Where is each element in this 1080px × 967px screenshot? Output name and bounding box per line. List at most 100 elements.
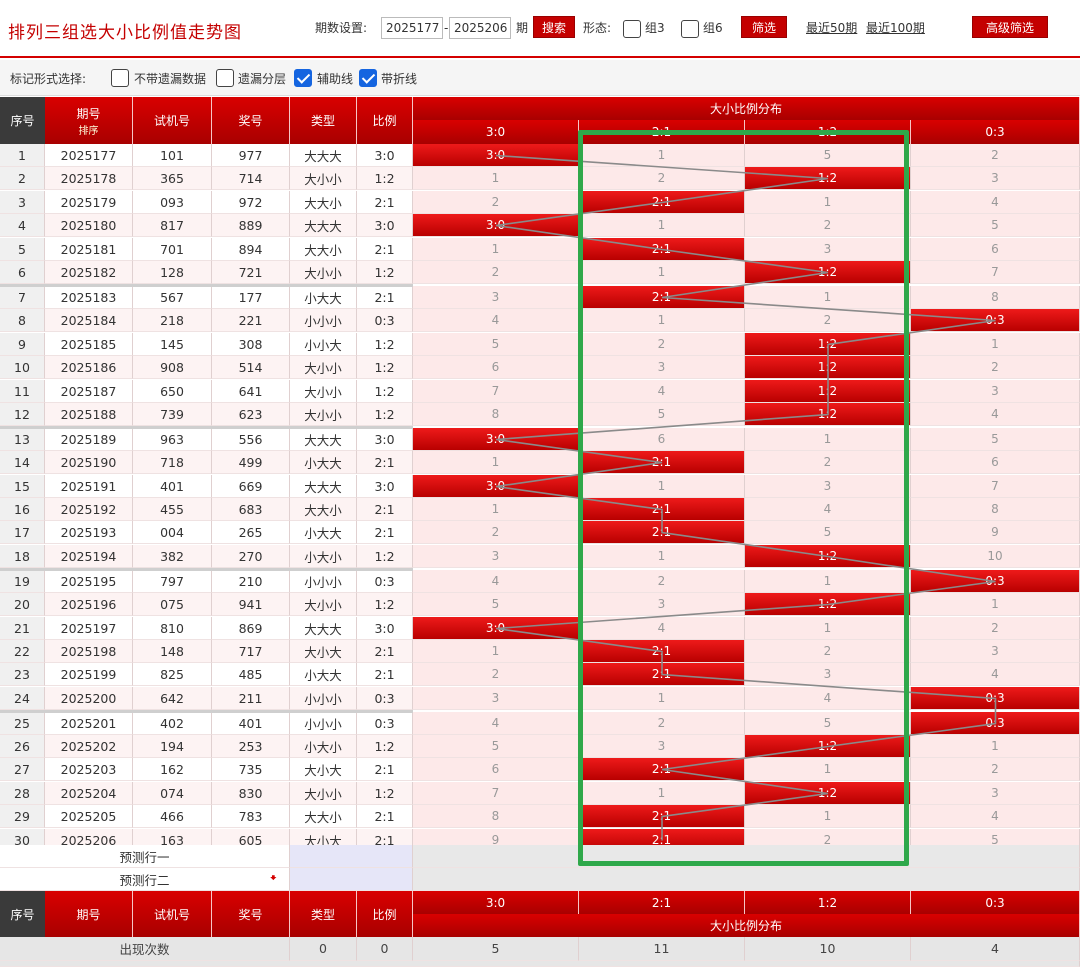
cell-seq: 27 <box>0 758 45 781</box>
cell-ratio: 3:0 <box>357 214 413 237</box>
group3-label: 组3 <box>645 21 665 35</box>
ratio-miss-cell: 7 <box>911 475 1080 498</box>
ratio-hit-cell: 1:2 <box>745 403 911 426</box>
cell-period: 2025192 <box>45 498 133 521</box>
fold-line-label: 带折线 <box>381 72 418 86</box>
ratio-miss-cell: 2 <box>579 167 745 190</box>
ratio-miss-cell: 2 <box>911 758 1080 781</box>
ratio-miss-cell: 2 <box>413 191 579 214</box>
cell-ratio: 2:1 <box>357 521 413 544</box>
cell-test: 074 <box>133 782 212 805</box>
cell-period: 2025199 <box>45 663 133 686</box>
occurrence-count-2-1: 11 <box>579 937 745 961</box>
cell-test: 718 <box>133 451 212 474</box>
cell-ratio: 2:1 <box>357 286 413 309</box>
cell-test: 194 <box>133 735 212 758</box>
ratio-miss-cell: 2 <box>579 333 745 356</box>
ratio-hit-cell: 3:0 <box>413 475 579 498</box>
ratio-hit-cell: 3:0 <box>413 428 579 451</box>
ratio-miss-cell: 2 <box>745 451 911 474</box>
cell-period: 2025185 <box>45 333 133 356</box>
ratio-miss-cell: 5 <box>413 593 579 616</box>
ratio-hit-cell: 3:0 <box>413 617 579 640</box>
sort-icon[interactable]: 排序 <box>79 122 99 137</box>
ratio-miss-cell: 1 <box>911 735 1080 758</box>
cell-seq: 25 <box>0 712 45 735</box>
cell-type: 大小小 <box>290 261 357 284</box>
cell-type: 小小小 <box>290 712 357 735</box>
cell-seq: 23 <box>0 663 45 686</box>
cell-ratio: 3:0 <box>357 144 413 167</box>
cell-period: 2025183 <box>45 286 133 309</box>
group6-checkbox[interactable] <box>681 20 699 38</box>
cell-type: 大小小 <box>290 782 357 805</box>
ratio-miss-cell: 3 <box>745 663 911 686</box>
footer-header-type: 类型 <box>290 891 357 937</box>
ratio-miss-cell: 1 <box>579 687 745 710</box>
cell-ratio: 1:2 <box>357 261 413 284</box>
footer-header-ratio: 比例 <box>357 891 413 937</box>
recent-100-link[interactable]: 最近100期 <box>866 19 925 36</box>
predict-row-2-area[interactable] <box>413 868 1080 891</box>
form-label: 形态: <box>583 21 612 35</box>
ratio-miss-cell: 3 <box>413 687 579 710</box>
ratio-miss-cell: 5 <box>413 333 579 356</box>
ratio-miss-cell: 7 <box>413 782 579 805</box>
cell-test: 162 <box>133 758 212 781</box>
cell-test: 402 <box>133 712 212 735</box>
group3-checkbox[interactable] <box>623 20 641 38</box>
cell-ratio: 3:0 <box>357 617 413 640</box>
cell-ratio: 2:1 <box>357 498 413 521</box>
recent-50-link[interactable]: 最近50期 <box>806 19 857 36</box>
period-unit: 期 <box>516 21 529 35</box>
cell-seq: 24 <box>0 687 45 710</box>
cell-type: 小大大 <box>290 663 357 686</box>
group-separator <box>0 568 413 571</box>
ratio-miss-cell: 2 <box>579 712 745 735</box>
arrow-down-icon[interactable]: 🠻 <box>270 869 277 890</box>
ratio-hit-cell: 1:2 <box>745 167 911 190</box>
cell-test: 075 <box>133 593 212 616</box>
cell-seq: 12 <box>0 403 45 426</box>
cell-type: 大小大 <box>290 758 357 781</box>
cell-period: 2025198 <box>45 640 133 663</box>
search-button[interactable]: 搜索 <box>533 16 575 38</box>
assist-line-checkbox[interactable] <box>294 69 312 87</box>
period-from-input[interactable]: 2025177 <box>381 17 443 39</box>
predict-row-1-area[interactable] <box>413 845 1080 868</box>
cell-seq: 13 <box>0 428 45 451</box>
period-to-input[interactable]: 2025206 <box>449 17 511 39</box>
ratio-miss-cell: 10 <box>911 545 1080 568</box>
no-missing-checkbox[interactable] <box>111 69 129 87</box>
cell-test: 148 <box>133 640 212 663</box>
cell-ratio: 1:2 <box>357 545 413 568</box>
header-period[interactable]: 期号 排序 <box>45 97 133 144</box>
cell-type: 小小小 <box>290 309 357 332</box>
cell-type: 大小小 <box>290 403 357 426</box>
advanced-filter-button[interactable]: 高级筛选 <box>972 16 1048 38</box>
ratio-miss-cell: 1 <box>413 238 579 261</box>
cell-test: 810 <box>133 617 212 640</box>
cell-seq: 19 <box>0 570 45 593</box>
cell-seq: 26 <box>0 735 45 758</box>
ratio-miss-cell: 1 <box>745 428 911 451</box>
filter-button[interactable]: 筛选 <box>741 16 787 38</box>
cell-prize: 253 <box>212 735 290 758</box>
ratio-miss-cell: 4 <box>413 712 579 735</box>
cell-period: 2025203 <box>45 758 133 781</box>
cell-type: 小大小 <box>290 735 357 758</box>
cell-ratio: 1:2 <box>357 333 413 356</box>
fold-line-checkbox[interactable] <box>359 69 377 87</box>
cell-period: 2025196 <box>45 593 133 616</box>
ratio-hit-cell: 2:1 <box>579 498 745 521</box>
cell-period: 2025200 <box>45 687 133 710</box>
cell-period: 2025193 <box>45 521 133 544</box>
predict-row-2-input[interactable] <box>290 868 413 891</box>
cell-seq: 17 <box>0 521 45 544</box>
ratio-miss-cell: 7 <box>911 261 1080 284</box>
missing-layer-checkbox[interactable] <box>216 69 234 87</box>
cell-prize: 308 <box>212 333 290 356</box>
predict-row-1-input[interactable] <box>290 845 413 868</box>
cell-type: 大小小 <box>290 167 357 190</box>
ratio-miss-cell: 7 <box>413 380 579 403</box>
